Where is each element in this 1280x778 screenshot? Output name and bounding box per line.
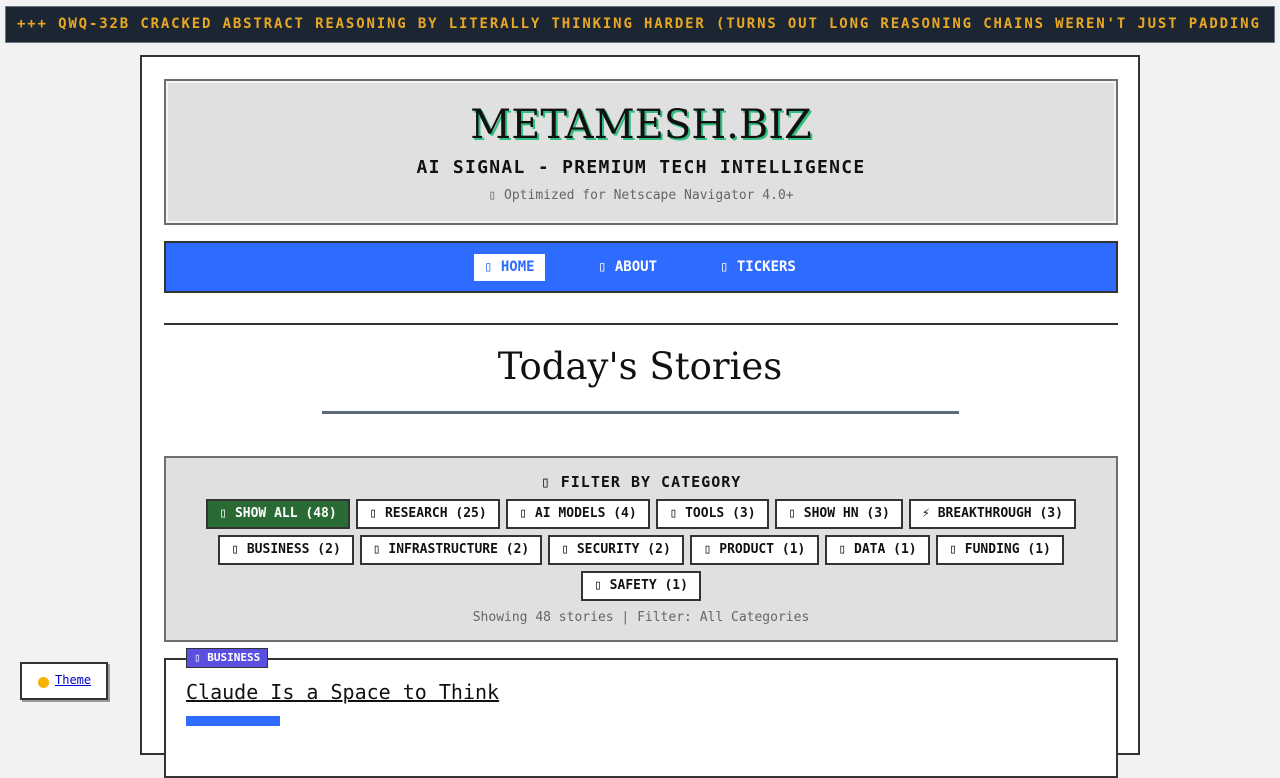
news-ticker: +++ QWQ-32B CRACKED ABSTRACT REASONING B… (5, 6, 1275, 43)
category-badge: ▯ BUSINESS (186, 648, 269, 668)
filter-funding[interactable]: ▯ FUNDING (1) (936, 535, 1064, 565)
site-subtitle: AI SIGNAL - PREMIUM TECH INTELLIGENCE (416, 157, 866, 178)
filter-heading: ▯ FILTER BY CATEGORY (540, 473, 742, 491)
sun-icon (38, 677, 49, 688)
title-underline (322, 411, 959, 414)
story-tag (186, 716, 280, 726)
category-filter: ▯ FILTER BY CATEGORY ▯ SHOW ALL (48) ▯ R… (164, 456, 1118, 642)
nav-home[interactable]: ▯ HOME (474, 254, 545, 281)
divider (164, 323, 1118, 325)
theme-toggle-button[interactable]: Theme (20, 662, 108, 700)
ticker-text: +++ QWQ-32B CRACKED ABSTRACT REASONING B… (17, 16, 1261, 32)
page-container: METAMESH.BIZ AI SIGNAL - PREMIUM TECH IN… (140, 55, 1140, 778)
filter-product[interactable]: ▯ PRODUCT (1) (690, 535, 819, 565)
filter-data[interactable]: ▯ DATA (1) (825, 535, 930, 565)
page-title: Today's Stories (497, 345, 783, 388)
filter-status: Showing 48 stories | Filter: All Categor… (472, 610, 810, 625)
nav-about[interactable]: ▯ ABOUT (588, 254, 667, 281)
story-title-link[interactable]: Claude Is a Space to Think (186, 680, 499, 704)
masthead: METAMESH.BIZ AI SIGNAL - PREMIUM TECH IN… (164, 79, 1118, 225)
filter-research[interactable]: ▯ RESEARCH (25) (356, 499, 500, 529)
nav-tickers[interactable]: ▯ TICKERS (710, 254, 806, 281)
theme-label[interactable]: Theme (55, 673, 91, 687)
story-card: ▯ BUSINESS Claude Is a Space to Think (164, 648, 1118, 778)
filter-safety[interactable]: ▯ SAFETY (1) (581, 571, 701, 601)
filter-security[interactable]: ▯ SECURITY (2) (548, 535, 684, 565)
site-title[interactable]: METAMESH.BIZ (166, 99, 1116, 151)
filter-show-hn[interactable]: ▯ SHOW HN (3) (775, 499, 903, 529)
main-nav: ▯ HOME ▯ ABOUT ▯ TICKERS (164, 241, 1118, 293)
filter-show-all[interactable]: ▯ SHOW ALL (48) (206, 499, 350, 529)
filter-breakthrough[interactable]: ⚡ BREAKTHROUGH (3) (909, 499, 1076, 529)
filter-infrastructure[interactable]: ▯ INFRASTRUCTURE (2) (360, 535, 542, 565)
filter-tools[interactable]: ▯ TOOLS (3) (656, 499, 769, 529)
filter-ai-models[interactable]: ▯ AI MODELS (4) (506, 499, 650, 529)
browser-note: ▯ Optimized for Netscape Navigator 4.0+ (488, 188, 794, 203)
filter-business[interactable]: ▯ BUSINESS (2) (218, 535, 354, 565)
